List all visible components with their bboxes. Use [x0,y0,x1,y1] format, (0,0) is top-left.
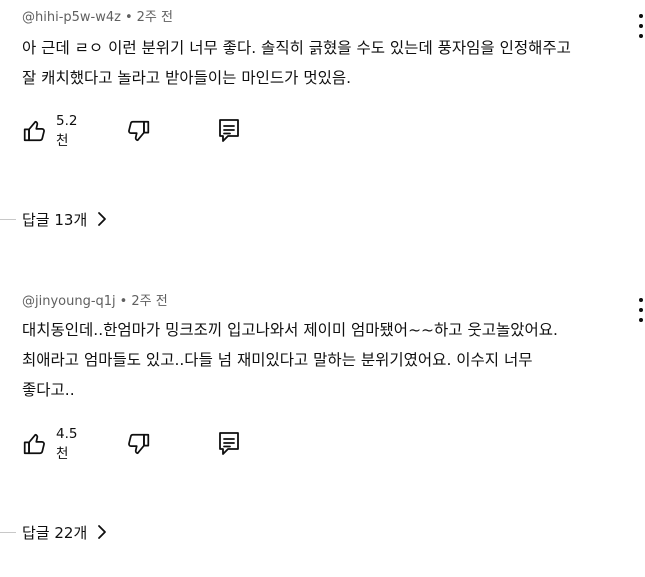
comment-author-handle[interactable]: @hihi-p5w-w4z [22,10,121,25]
reply-button[interactable] [217,430,241,458]
thumbs-down-icon [125,118,151,144]
reply-thread-line [0,218,16,220]
like-button[interactable]: 4.5천 [22,426,77,462]
thumbs-up-icon [22,118,48,144]
meta-separator: • [119,294,128,309]
comment-meta: @hihi-p5w-w4z • 2주 전 [22,6,173,25]
replies-count-label: 답글 13개 [22,210,88,229]
more-vertical-icon[interactable] [637,14,645,38]
comment-text: 대치동인데..한엄마가 밍크조끼 입고나와서 제이미 엄마됐어~~하고 웃고놀았… [22,315,632,405]
comment-text-line: 잘 캐치했다고 놀라고 받아들이는 마인드가 멋있음. [22,69,352,87]
comment-text-line: 대치동인데..한엄마가 밍크조끼 입고나와서 제이미 엄마됐어~~하고 웃고놀았… [22,321,558,339]
like-button[interactable]: 5.2천 [22,113,77,149]
reply-button[interactable] [217,117,241,145]
comment-icon [217,430,241,458]
thumbs-down-icon [125,431,151,457]
chevron-right-icon [87,211,107,227]
meta-separator: • [124,10,133,25]
comment-text-line: 좋다고.. [22,381,75,399]
comment-timestamp[interactable]: 2주 전 [131,294,167,309]
comment-meta: @jinyoung-q1j • 2주 전 [22,290,168,309]
replies-count-label: 답글 22개 [22,523,88,542]
comment-text: 아 근데 ㄹㅇ 이런 분위기 너무 좋다. 솔직히 긁혔을 수도 있는데 풍자임… [22,33,632,93]
replies-toggle[interactable]: 답글 13개 [0,207,107,231]
dislike-button[interactable] [125,117,151,145]
thumbs-up-icon [22,431,48,457]
reply-thread-line [0,531,16,533]
comment-text-line: 최애라고 엄마들도 있고..다들 넘 재미있다고 말하는 분위기였어요. 이수지… [22,351,533,369]
comment-text-line: 아 근데 ㄹㅇ 이런 분위기 너무 좋다. 솔직히 긁혔을 수도 있는데 풍자임… [22,39,571,57]
comment-timestamp[interactable]: 2주 전 [137,10,173,25]
comment-icon [217,117,241,145]
dislike-button[interactable] [125,430,151,458]
replies-toggle[interactable]: 답글 22개 [0,520,107,544]
like-count: 5.2천 [56,113,78,149]
comment-author-handle[interactable]: @jinyoung-q1j [22,294,116,309]
more-vertical-icon[interactable] [637,298,645,322]
chevron-right-icon [87,524,107,540]
like-count: 4.5천 [56,426,78,462]
